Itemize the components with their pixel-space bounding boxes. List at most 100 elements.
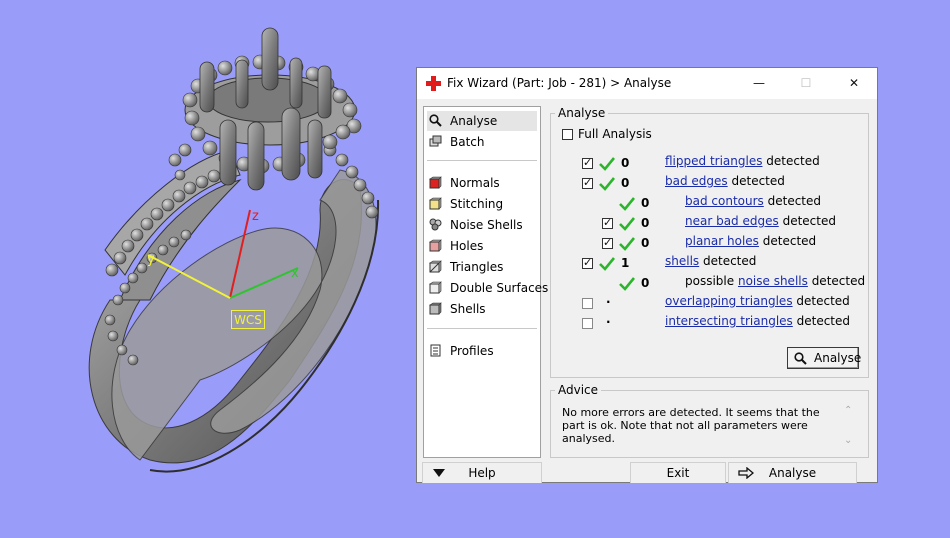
result-pending: . — [606, 292, 611, 306]
bad-edges-checkbox[interactable] — [582, 176, 593, 189]
nav-item-shells[interactable]: Shells — [427, 299, 537, 319]
triangles-icon — [429, 260, 442, 273]
scroll-up-icon[interactable]: ⌃ — [844, 405, 852, 416]
nav-label: Holes — [450, 239, 484, 253]
nav-item-noise-shells[interactable]: Noise Shells — [427, 215, 537, 235]
y-axis-label: y — [147, 252, 155, 267]
result-row-text: near bad edges detected — [685, 212, 836, 230]
flipped-triangles-link[interactable]: flipped triangles — [665, 154, 762, 168]
result-row-text: bad contours detected — [685, 192, 821, 210]
arrow-right-icon — [738, 467, 754, 479]
magnifier-icon — [794, 352, 807, 365]
scroll-down-icon[interactable]: ⌄ — [844, 435, 852, 446]
check-ok-icon — [599, 157, 615, 171]
intersecting-triangles-checkbox[interactable] — [582, 318, 593, 329]
nav-label: Batch — [450, 135, 485, 149]
analyse-group-title: Analyse — [555, 106, 609, 120]
title-bar[interactable]: Fix Wizard (Part: Job - 281) > Analyse —… — [417, 68, 877, 99]
shells-link[interactable]: shells — [665, 254, 699, 268]
double-surfaces-icon — [429, 281, 442, 294]
bad-edges-link[interactable]: bad edges — [665, 174, 728, 188]
fix-wizard-dialog: Fix Wizard (Part: Job - 281) > Analyse —… — [416, 67, 878, 483]
help-button-label: Help — [468, 466, 496, 480]
exit-button-label: Exit — [666, 466, 690, 480]
nav-item-triangles[interactable]: Triangles — [427, 257, 537, 277]
maximize-button[interactable]: ☐ — [783, 68, 829, 99]
result-row-text: flipped triangles detected — [665, 152, 820, 170]
run-analyse-button[interactable]: Analyse — [728, 462, 857, 483]
nav-item-analyse[interactable]: Analyse — [427, 111, 537, 131]
advice-group: Advice No more errors are detected. It s… — [550, 383, 869, 458]
shells-icon — [429, 302, 442, 315]
check-ok-icon — [619, 237, 635, 251]
nav-label: Normals — [450, 176, 500, 190]
holes-icon — [429, 239, 442, 252]
result-suffix: detected — [796, 294, 850, 308]
result-suffix: detected — [731, 174, 785, 188]
wizard-nav-panel: Analyse Batch Normals Stitching Noise Sh… — [423, 106, 548, 458]
bad-contours-link[interactable]: bad contours — [685, 194, 764, 208]
result-suffix: detected — [796, 314, 851, 328]
minimize-button[interactable]: — — [736, 68, 782, 99]
intersecting-triangles-link[interactable]: intersecting triangles — [665, 314, 793, 328]
result-row-text: possible noise shells detected — [685, 272, 865, 290]
nav-item-profiles[interactable]: Profiles — [427, 341, 537, 361]
triangle-down-icon — [433, 469, 445, 477]
overlapping-triangles-checkbox[interactable] — [582, 298, 593, 309]
result-row-text: planar holes detected — [685, 232, 816, 250]
batch-icon — [429, 135, 442, 147]
result-suffix: detected — [766, 154, 820, 168]
near-bad-edges-checkbox[interactable] — [602, 216, 613, 229]
close-button[interactable]: ✕ — [831, 68, 877, 99]
window-title: Fix Wizard (Part: Job - 281) > Analyse — [447, 76, 672, 90]
red-cross-icon — [426, 76, 441, 91]
planar-holes-link[interactable]: planar holes — [685, 234, 759, 248]
nav-item-normals[interactable]: Normals — [427, 173, 537, 193]
full-analysis-checkbox[interactable] — [562, 129, 573, 140]
nav-label: Analyse — [450, 114, 498, 128]
magnifier-icon — [429, 114, 442, 127]
advice-text: No more errors are detected. It seems th… — [562, 406, 820, 445]
wcs-label: WCS — [231, 310, 265, 329]
nav-divider — [427, 160, 537, 161]
stitching-icon — [429, 197, 442, 210]
overlapping-triangles-link[interactable]: overlapping triangles — [665, 294, 793, 308]
nav-item-double-surfaces[interactable]: Double Surfaces — [427, 278, 548, 298]
check-ok-icon — [599, 257, 615, 271]
red-cube-icon — [429, 176, 442, 189]
shells-checkbox[interactable] — [582, 256, 593, 269]
exit-button[interactable]: Exit — [630, 462, 726, 483]
full-analysis-label: Full Analysis — [578, 127, 652, 141]
nav-label: Profiles — [450, 344, 494, 358]
nav-label: Double Surfaces — [450, 281, 549, 295]
help-button[interactable]: Help — [422, 462, 542, 483]
analyse-button[interactable]: Analyse — [787, 347, 862, 369]
3d-viewport[interactable]: z x y WCS — [0, 0, 415, 535]
result-count: 0 — [641, 216, 650, 230]
analyse-group: Analyse Full Analysis 0 flipped triangle… — [550, 106, 869, 378]
flipped-triangles-checkbox[interactable] — [582, 156, 593, 169]
result-count: 0 — [621, 156, 630, 170]
result-suffix: detected — [703, 254, 757, 268]
result-count: 0 — [641, 196, 650, 210]
result-count: 0 — [621, 176, 630, 190]
nav-item-stitching[interactable]: Stitching — [427, 194, 537, 214]
nav-label: Stitching — [450, 197, 504, 211]
result-prefix: possible — [685, 274, 735, 288]
planar-holes-checkbox[interactable] — [602, 236, 613, 249]
result-row-text: intersecting triangles detected — [665, 312, 850, 330]
analyse-button-label: Analyse — [814, 351, 862, 365]
nav-label: Noise Shells — [450, 218, 523, 232]
result-pending: . — [606, 312, 611, 326]
nav-label: Shells — [450, 302, 486, 316]
nav-item-batch[interactable]: Batch — [427, 132, 537, 152]
result-count: 0 — [641, 276, 650, 290]
noise-shells-link[interactable]: noise shells — [738, 274, 808, 288]
result-count: 0 — [641, 236, 650, 250]
result-suffix: detected — [762, 234, 817, 248]
nav-item-holes[interactable]: Holes — [427, 236, 537, 256]
result-suffix: detected — [767, 194, 822, 208]
near-bad-edges-link[interactable]: near bad edges — [685, 214, 779, 228]
result-suffix: detected — [782, 214, 836, 228]
ring-model[interactable]: z x y — [0, 0, 415, 535]
